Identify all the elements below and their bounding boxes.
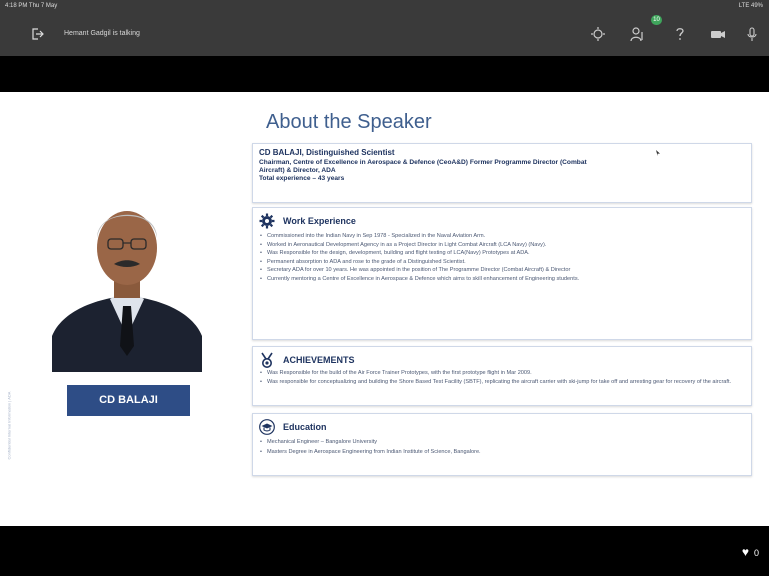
list-item: Commissioned into the Indian Navy in Sep… [259, 232, 745, 241]
help-icon[interactable] [672, 26, 688, 42]
list-item: Was responsible for conceptualizing and … [259, 378, 745, 387]
list-item: Currently mentoring a Centre of Excellen… [259, 275, 745, 284]
education-title: Education [283, 422, 327, 432]
achievements-title: ACHIEVEMENTS [283, 355, 355, 365]
achievements-card: ACHIEVEMENTS Was Responsible for the bui… [252, 346, 752, 406]
list-item: Masters Degree in Aerospace Engineering … [259, 448, 745, 457]
list-item: Permanent absorption to ADA and rose to … [259, 258, 745, 267]
slide-side-text: Confidential Internal Information | ADA [6, 391, 12, 460]
medal-icon [261, 352, 273, 368]
slide-title: About the Speaker [266, 111, 432, 133]
participants-icon[interactable] [630, 26, 646, 42]
reaction-count: 0 [753, 548, 759, 558]
work-experience-title: Work Experience [283, 216, 356, 226]
heart-reaction-icon[interactable]: ♥ [742, 545, 749, 559]
active-speaker-label: Hemant Gadgil is talking [64, 30, 140, 37]
list-item: Worked in Aeronautical Development Agenc… [259, 241, 745, 250]
camera-icon[interactable] [710, 26, 726, 42]
speaker-name: CD BALAJI, Distinguished Scientist [259, 148, 395, 157]
status-indicators: LTE 49% [738, 3, 763, 9]
microphone-icon[interactable] [744, 26, 760, 42]
work-experience-card: Work Experience Commissioned into the In… [252, 207, 752, 340]
meeting-toolbar: 4:18 PM Thu 7 May LTE 49% Hemant Gadgil … [0, 0, 769, 56]
gear-icon [259, 213, 275, 229]
meeting-app: 4:18 PM Thu 7 May LTE 49% Hemant Gadgil … [0, 0, 769, 576]
speaker-name-tag: CD BALAJI [67, 385, 190, 416]
speaker-photo [52, 186, 202, 372]
list-item: Was Responsible for the design, developm… [259, 249, 745, 258]
speaker-experience: Total experience – 43 years [259, 175, 345, 182]
participants-badge: 10 [651, 15, 662, 25]
status-time: 4:18 PM Thu 7 May [5, 3, 58, 9]
list-item: Secretary ADA for over 10 years. He was … [259, 266, 745, 275]
video-letterbox-top [0, 56, 769, 92]
list-item: Mechanical Engineer – Bangalore Universi… [259, 438, 745, 447]
video-letterbox-bottom [0, 526, 769, 576]
education-card: Education Mechanical Engineer – Bangalor… [252, 413, 752, 476]
speaker-info-card: CD BALAJI, Distinguished Scientist Chair… [252, 143, 752, 203]
leave-icon[interactable] [30, 27, 44, 41]
brightness-icon[interactable] [590, 26, 606, 42]
graduation-cap-icon [259, 419, 275, 435]
list-item: Was Responsible for the build of the Air… [259, 369, 745, 378]
